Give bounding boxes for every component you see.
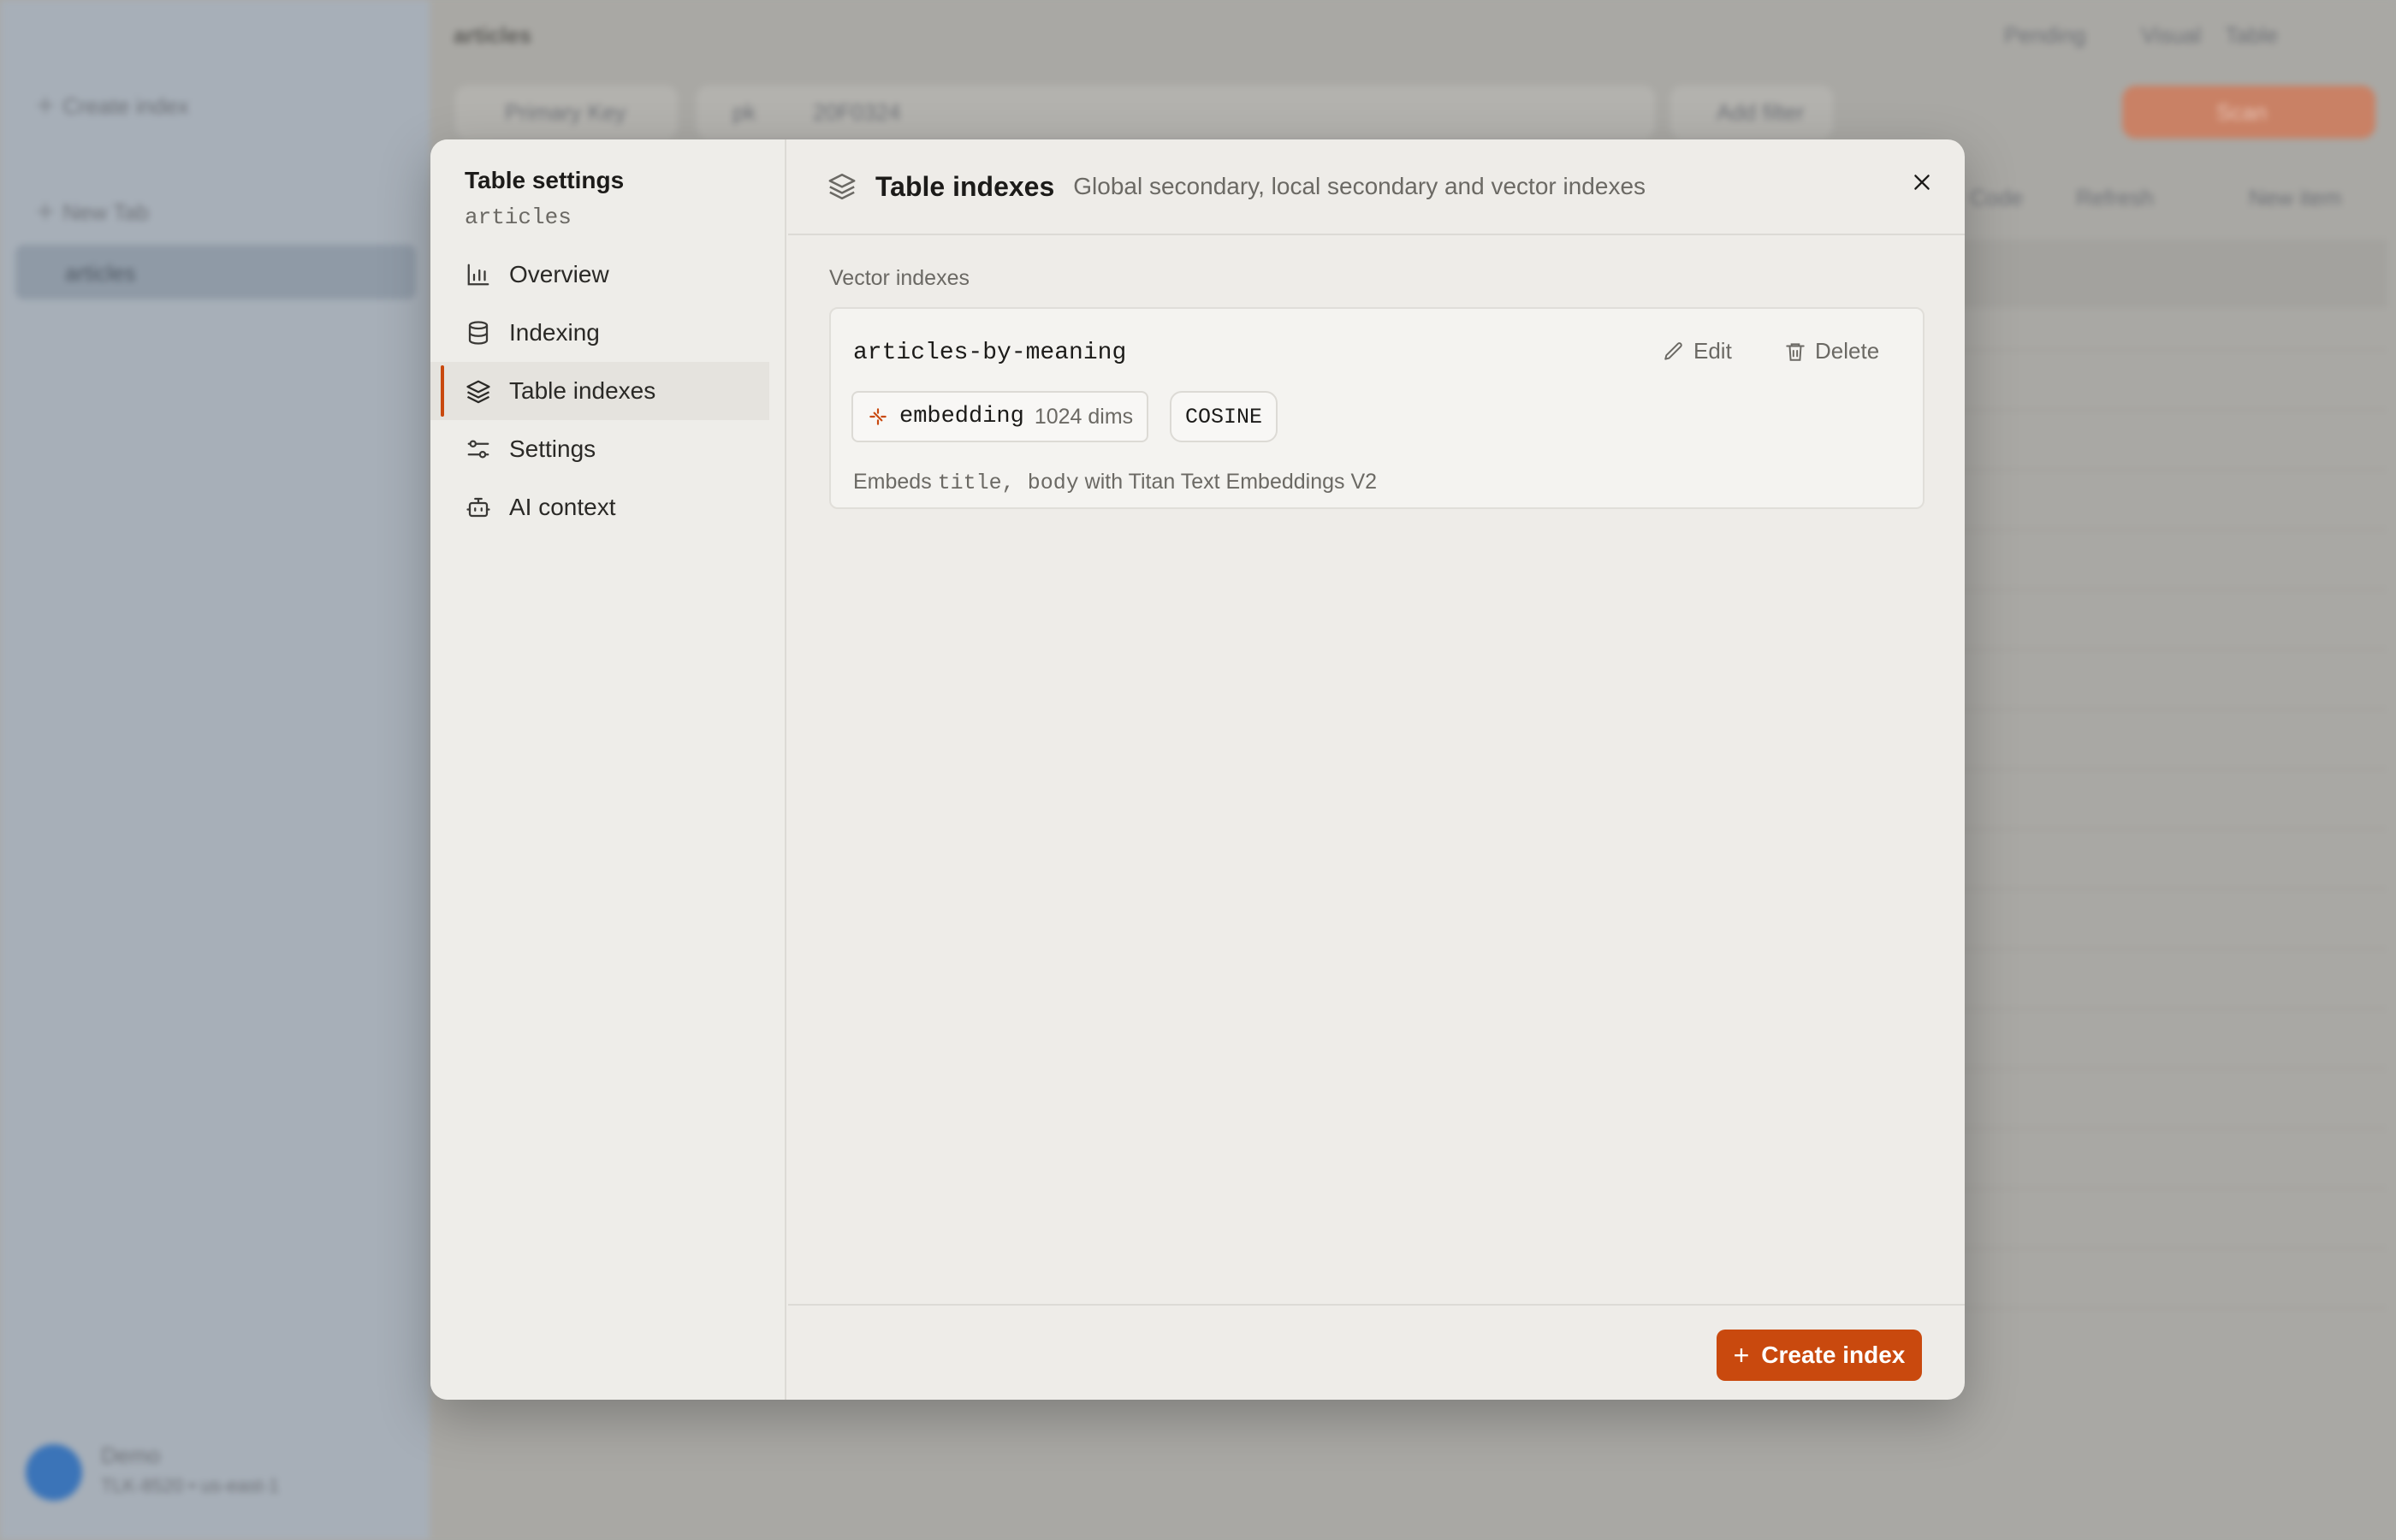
- bg-table-title: articles: [454, 22, 532, 48]
- settings-content: Table indexes Global secondary, local se…: [788, 139, 1965, 1400]
- delete-button[interactable]: Delete: [1784, 338, 1879, 364]
- nav-label: Indexing: [509, 319, 600, 346]
- nav-item-table-indexes[interactable]: Table indexes: [430, 362, 769, 420]
- create-index-button[interactable]: + Create index: [1717, 1330, 1922, 1381]
- selected-table-name: articles: [65, 260, 136, 286]
- vector-field-chip: embedding 1024 dims: [851, 391, 1149, 442]
- avatar: [26, 1444, 82, 1501]
- layers-icon: [465, 377, 492, 405]
- nav-label: Table indexes: [509, 377, 656, 404]
- create-index-link: ＋ Create index: [34, 93, 189, 119]
- trash-icon: [1786, 342, 1805, 361]
- sliders-icon: [465, 435, 492, 463]
- nav-label: Overview: [509, 261, 609, 287]
- bg-index-select-label: Primary Key: [505, 99, 626, 125]
- desc-suffix: with Titan Text Embeddings V2: [1084, 470, 1378, 494]
- new-tab-link: ＋ New Tab: [34, 199, 149, 225]
- metric-badge: COSINE: [1170, 391, 1278, 442]
- close-button[interactable]: [1905, 165, 1939, 199]
- create-index-label: Create index: [62, 93, 189, 119]
- content-header: Table indexes Global secondary, local se…: [788, 139, 1965, 235]
- desc-fields: title, body: [937, 471, 1079, 495]
- nav-item-overview[interactable]: Overview: [430, 246, 786, 304]
- index-description: Embeds title, body with Titan Text Embed…: [853, 470, 1377, 495]
- settings-nav: Overview Indexing Table indexes Settings: [430, 246, 786, 536]
- content-subtitle: Global secondary, local secondary and ve…: [1073, 173, 1646, 199]
- pencil-icon: [1664, 341, 1682, 360]
- bg-code: Code: [1970, 185, 2024, 210]
- bg-refresh: Refresh: [2076, 185, 2155, 210]
- vector-field-name: embedding: [899, 404, 1024, 429]
- vector-dims: 1024 dims: [1034, 404, 1134, 429]
- bg-new-item: New item: [2249, 185, 2342, 210]
- bg-value: 20F0324: [813, 99, 901, 125]
- edit-label: Edit: [1693, 338, 1732, 364]
- nav-item-ai-context[interactable]: AI context: [430, 478, 786, 536]
- bg-operator: pk: [732, 99, 756, 125]
- section-label: Vector indexes: [829, 266, 970, 290]
- layers-icon: [827, 171, 858, 202]
- new-tab-label: New Tab: [62, 199, 149, 225]
- bg-visual: Visual: [2141, 22, 2202, 48]
- edit-button[interactable]: Edit: [1663, 338, 1732, 364]
- content-title: Table indexes: [875, 170, 1055, 202]
- settings-sidebar: Table settings articles Overview Indexin…: [430, 139, 786, 1400]
- user-sub: TLK-8520 • us-east-1: [101, 1475, 280, 1496]
- settings-table-name: articles: [465, 204, 572, 230]
- app-sidebar: ＋ Create index ＋ New Tab articles Demo T…: [0, 0, 430, 1540]
- user-name: Demo: [101, 1442, 161, 1468]
- bg-table: Table: [2225, 22, 2279, 48]
- plus-icon: +: [1733, 1339, 1750, 1371]
- bar-chart-icon: [465, 261, 492, 288]
- settings-title: Table settings: [465, 167, 625, 193]
- index-name: articles-by-meaning: [853, 340, 1127, 366]
- bg-add-filter-label: Add filter: [1717, 99, 1805, 125]
- create-index-label: Create index: [1761, 1342, 1906, 1368]
- bg-run-label: Scan: [2216, 99, 2268, 125]
- vector-icon: [869, 408, 887, 425]
- close-icon: [1914, 175, 1930, 190]
- database-icon: [465, 319, 492, 346]
- dialog-footer: + Create index: [788, 1304, 1965, 1400]
- desc-prefix: Embeds: [853, 470, 932, 494]
- delete-label: Delete: [1815, 338, 1880, 364]
- bg-pending: Pending: [2004, 22, 2086, 48]
- nav-label: Settings: [509, 435, 596, 462]
- nav-label: AI context: [509, 494, 616, 520]
- vector-index-card: articles-by-meaning Edit Delete embeddin…: [829, 307, 1925, 509]
- nav-item-indexing[interactable]: Indexing: [430, 304, 786, 362]
- bot-icon: [465, 494, 492, 521]
- nav-item-settings[interactable]: Settings: [430, 420, 786, 478]
- table-settings-dialog: Table settings articles Overview Indexin…: [430, 139, 1965, 1400]
